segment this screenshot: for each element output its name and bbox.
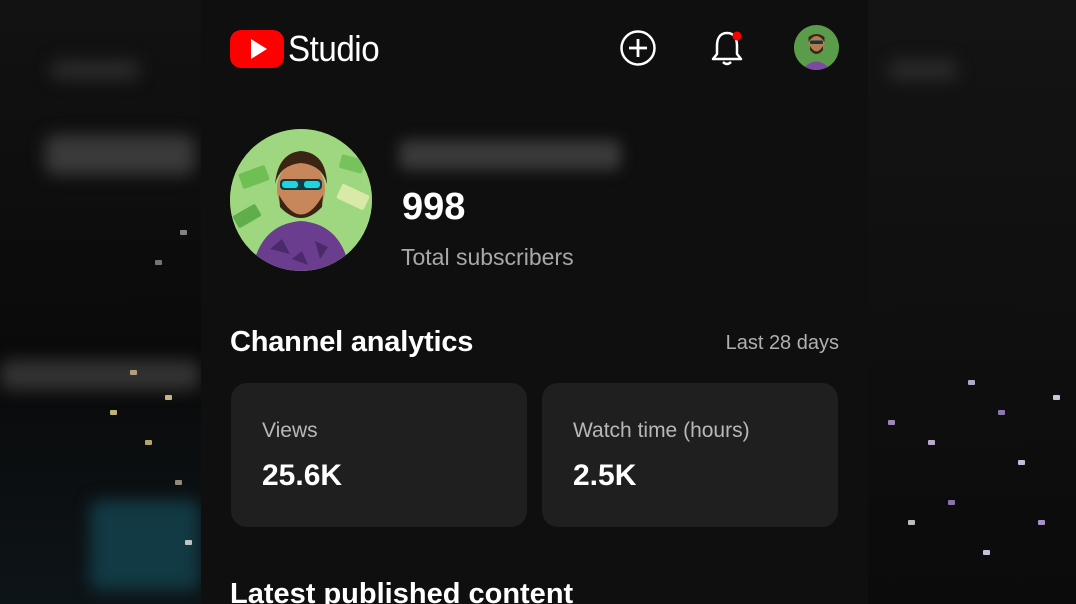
studio-logo[interactable]: Studio: [230, 28, 387, 70]
views-label: Views: [262, 419, 318, 442]
views-card[interactable]: Views 25.6K: [231, 383, 527, 527]
account-avatar[interactable]: [794, 25, 839, 70]
watch-time-card[interactable]: Watch time (hours) 2.5K: [542, 383, 838, 527]
subscriber-count: 998: [402, 186, 466, 228]
channel-name-blurred: [399, 140, 621, 170]
plus-circle-icon: [620, 30, 656, 66]
watch-time-value: 2.5K: [573, 459, 637, 492]
studio-screen: Studio 998 Total subscribers Channel ana…: [201, 0, 868, 604]
youtube-play-icon: [230, 30, 284, 68]
views-value: 25.6K: [262, 459, 343, 492]
bell-icon: [711, 31, 743, 66]
top-app-bar: Studio: [201, 0, 868, 96]
notifications-button[interactable]: [705, 26, 749, 70]
avatar: [794, 25, 839, 70]
channel-avatar[interactable]: [230, 129, 372, 271]
analytics-title: Channel analytics: [230, 326, 474, 358]
background-right-blur: [868, 0, 1076, 604]
subscriber-label: Total subscribers: [401, 244, 574, 270]
background-left-blur: [0, 0, 201, 604]
create-button[interactable]: [616, 26, 660, 70]
watch-time-label: Watch time (hours): [573, 419, 750, 442]
analytics-period: Last 28 days: [725, 332, 839, 354]
latest-content-title: Latest published content: [230, 578, 574, 604]
channel-avatar-image: [230, 129, 372, 271]
app-name: Studio: [288, 28, 380, 69]
